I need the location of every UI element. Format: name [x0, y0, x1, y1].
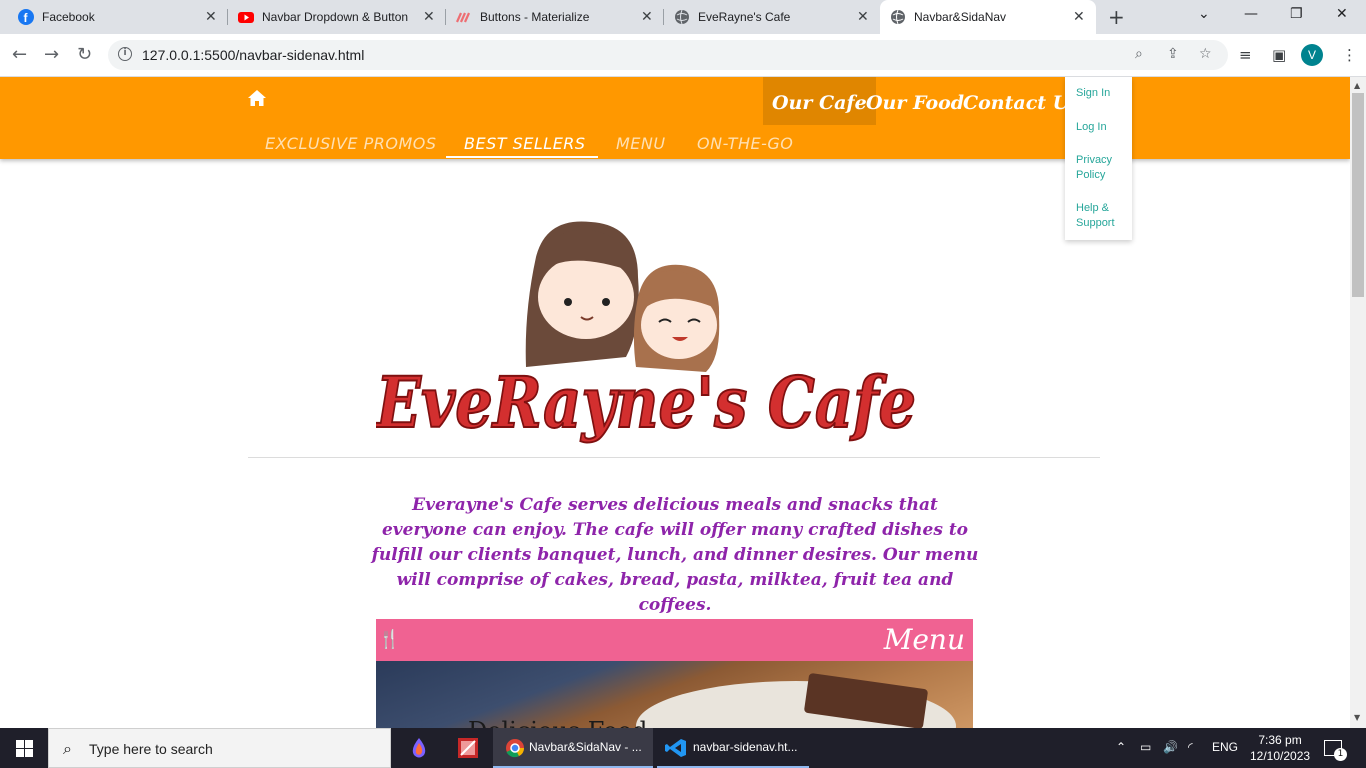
dropdown-sign-in[interactable]: Sign In [1076, 86, 1128, 101]
divider [248, 457, 1100, 458]
tray-expand-icon[interactable]: ⌃ [1116, 740, 1126, 754]
profile-avatar[interactable]: V [1301, 44, 1323, 66]
paint-icon[interactable] [408, 737, 430, 759]
tab-buttons-materialize[interactable]: Buttons - Materialize ✕ [446, 0, 664, 34]
close-icon[interactable]: ✕ [641, 8, 653, 25]
language-indicator[interactable]: ENG [1212, 740, 1238, 754]
tab-title: EveRayne's Cafe [698, 10, 791, 24]
forward-icon[interactable]: → [44, 44, 59, 65]
close-window-icon[interactable]: ✕ [1336, 6, 1348, 22]
browser-toolbar: ← → ↻ i 127.0.0.1:5500/navbar-sidenav.ht… [0, 34, 1366, 77]
close-icon[interactable]: ✕ [1073, 8, 1085, 25]
youtube-icon [238, 12, 254, 23]
taskbar-app-chrome[interactable]: Navbar&SidaNav - ... [493, 728, 653, 768]
site-navbar: Our Cafe Our Food Contact Us EXCLUSIVE P… [0, 77, 1350, 159]
scroll-down-icon[interactable]: ▼ [1354, 713, 1360, 722]
url-text: 127.0.0.1:5500/navbar-sidenav.html [142, 47, 365, 63]
materialize-icon [456, 12, 471, 23]
notification-icon[interactable]: 1 [1324, 740, 1347, 761]
menu-card-photo: Delicious Food [376, 661, 973, 728]
more-menu-icon[interactable]: ⋮ [1342, 46, 1357, 64]
dropdown-privacy-policy[interactable]: Privacy Policy [1076, 153, 1128, 183]
sub-tab-best-sellers[interactable]: BEST SELLERS [464, 134, 586, 153]
back-icon[interactable]: ← [12, 44, 27, 65]
dropdown-log-in[interactable]: Log In [1076, 120, 1128, 135]
taskbar-app-label: navbar-sidenav.ht... [693, 740, 798, 754]
image-editor-icon[interactable] [457, 737, 479, 759]
menu-card-title: Menu [883, 623, 965, 656]
zoom-icon[interactable]: ⌕ [1135, 46, 1143, 62]
sub-tab-menu[interactable]: MENU [616, 134, 666, 153]
notification-count: 1 [1334, 748, 1347, 761]
media-control-icon[interactable]: ≡ [1239, 46, 1252, 64]
taskbar-search[interactable]: ⌕ Type here to search [48, 728, 391, 768]
clock-date: 12/10/2023 [1250, 749, 1311, 763]
tab-navbar-sidanav[interactable]: Navbar&SidaNav ✕ [880, 0, 1096, 34]
taskbar-app-label: Navbar&SidaNav - ... [529, 740, 642, 754]
minimize-icon[interactable]: — [1244, 6, 1258, 22]
tab-title: Facebook [42, 10, 95, 24]
sub-tab-exclusive-promos[interactable]: EXCLUSIVE PROMOS [265, 134, 437, 153]
device-icon[interactable]: ▭ [1140, 740, 1151, 754]
facebook-icon: f [18, 9, 34, 25]
bookmark-star-icon[interactable]: ☆ [1199, 46, 1212, 62]
close-icon[interactable]: ✕ [205, 8, 217, 25]
taskbar-clock[interactable]: 7:36 pm 12/10/2023 [1250, 732, 1310, 764]
utensils-icon: 🍴 [378, 629, 401, 650]
share-icon[interactable]: ⇪ [1167, 46, 1179, 62]
tab-title: Navbar Dropdown & Button [262, 10, 409, 24]
globe-icon [891, 9, 905, 25]
account-dropdown: Sign In Log In Privacy Policy Help & Sup… [1065, 77, 1132, 240]
page-viewport: Our Cafe Our Food Contact Us EXCLUSIVE P… [0, 77, 1350, 728]
clock-time: 7:36 pm [1258, 733, 1302, 747]
menu-photo-caption: Delicious Food [468, 717, 647, 728]
tab-bar: f Facebook ✕ Navbar Dropdown & Button ✕ … [0, 0, 1366, 34]
taskbar-app-vscode[interactable]: navbar-sidenav.ht... [657, 728, 809, 768]
tab-everaynes-cafe[interactable]: EveRayne's Cafe ✕ [664, 0, 880, 34]
network-icon[interactable]: ◜ [1188, 740, 1193, 754]
chrome-icon [506, 739, 524, 758]
logo-girl-left-face [538, 255, 634, 339]
scroll-up-icon[interactable]: ▲ [1354, 81, 1360, 90]
tab-title: Navbar&SidaNav [914, 10, 1007, 24]
windows-taskbar: ⌕ Type here to search Navbar&SidaNav - .… [0, 728, 1366, 768]
active-tab-indicator [446, 156, 598, 158]
search-icon: ⌕ [63, 739, 72, 758]
restore-icon[interactable]: ❐ [1290, 6, 1303, 22]
windows-start-icon[interactable] [16, 740, 33, 757]
close-icon[interactable]: ✕ [857, 8, 869, 25]
scrollbar-thumb[interactable] [1352, 93, 1364, 297]
cafe-logo: EveRayne's Cafe [376, 221, 916, 445]
site-info-icon[interactable]: i [118, 47, 132, 61]
cafe-description: Everayne's Cafe serves delicious meals a… [371, 495, 979, 615]
tab-title: Buttons - Materialize [480, 10, 590, 24]
tab-facebook[interactable]: f Facebook ✕ [8, 0, 228, 34]
vscode-icon [665, 739, 686, 757]
side-panel-icon[interactable]: ▣ [1272, 46, 1286, 64]
taskbar-search-placeholder: Type here to search [89, 741, 213, 757]
menu-card-header: 🍴 Menu [376, 619, 973, 661]
tab-navbar-dropdown[interactable]: Navbar Dropdown & Button ✕ [228, 0, 446, 34]
logo-wordmark: EveRayne's Cafe [376, 361, 916, 444]
volume-icon[interactable]: 🔊 [1163, 740, 1178, 754]
menu-card[interactable]: 🍴 Menu Delicious Food [376, 619, 973, 728]
reload-icon[interactable]: ↻ [77, 44, 92, 65]
close-icon[interactable]: ✕ [423, 8, 435, 25]
page-scrollbar[interactable]: ▲ ▼ [1350, 77, 1366, 728]
new-tab-icon[interactable]: + [1108, 5, 1125, 29]
globe-icon [675, 9, 689, 25]
dropdown-help-support[interactable]: Help & Support [1076, 201, 1128, 231]
tab-search-icon[interactable]: ⌄ [1198, 6, 1210, 22]
home-icon[interactable] [247, 89, 267, 107]
sub-tab-on-the-go[interactable]: ON-THE-GO [697, 134, 793, 153]
address-bar[interactable]: i 127.0.0.1:5500/navbar-sidenav.html ⌕ ⇪… [108, 40, 1228, 70]
